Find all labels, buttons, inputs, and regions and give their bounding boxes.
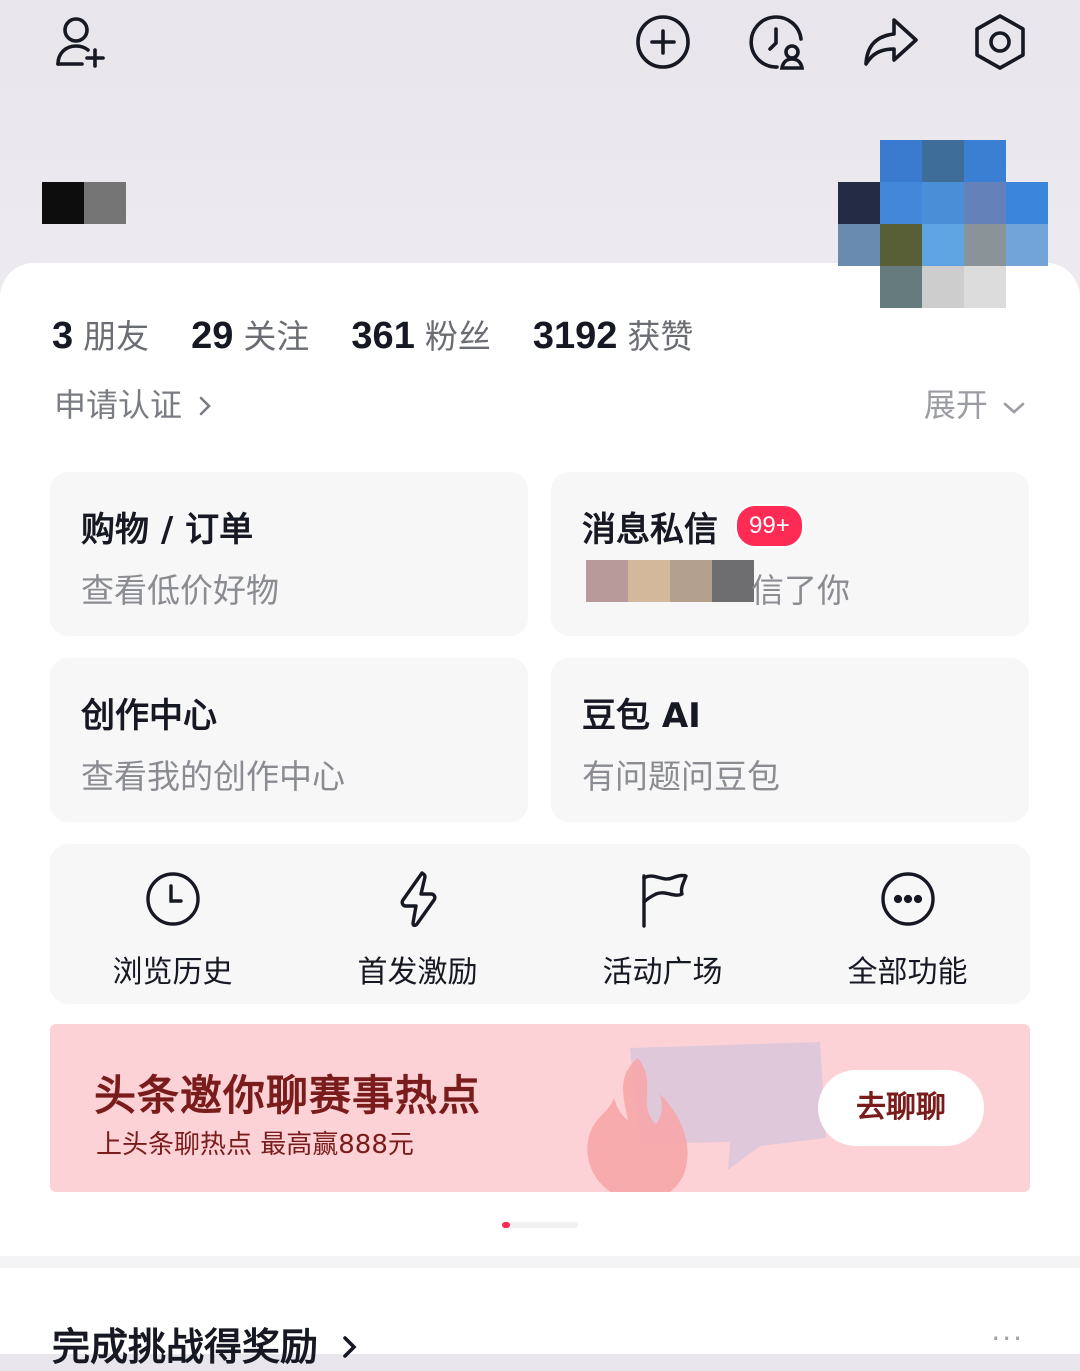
quick-action-events[interactable]: 活动广场 bbox=[540, 844, 785, 1004]
shopping-card[interactable]: 购物 / 订单 查看低价好物 bbox=[50, 472, 528, 636]
add-friend-icon[interactable] bbox=[48, 10, 112, 74]
sender-name-pixelated bbox=[586, 560, 754, 602]
card-title: 消息私信 bbox=[582, 510, 718, 550]
quick-action-history[interactable]: 浏览历史 bbox=[50, 844, 295, 1004]
quick-action-label: 活动广场 bbox=[602, 955, 723, 990]
card-title: 豆包 AI bbox=[582, 696, 701, 736]
chevron-right-icon bbox=[199, 396, 212, 416]
stat-number: 3 bbox=[52, 315, 74, 357]
doubao-ai-card[interactable]: 豆包 AI 有问题问豆包 bbox=[551, 658, 1029, 822]
stat-likes[interactable]: 3192 获赞 bbox=[533, 310, 694, 358]
top-bar bbox=[0, 0, 1080, 90]
card-subtitle: 查看我的创作中心 bbox=[81, 757, 345, 796]
stat-label: 朋友 bbox=[83, 317, 150, 356]
visitor-icon[interactable] bbox=[745, 10, 809, 74]
lightning-icon bbox=[400, 871, 437, 928]
card-title: 创作中心 bbox=[81, 696, 217, 736]
creator-center-card[interactable]: 创作中心 查看我的创作中心 bbox=[50, 658, 528, 822]
expand-label: 展开 bbox=[923, 386, 988, 424]
card-subtitle: 有问题问豆包 bbox=[582, 757, 780, 796]
banner-title: 头条邀你聊赛事热点 bbox=[94, 1071, 482, 1120]
more-options-button[interactable]: ··· bbox=[991, 1322, 1024, 1355]
quick-action-label: 浏览历史 bbox=[112, 955, 233, 990]
stat-following[interactable]: 29 关注 bbox=[191, 310, 309, 358]
carousel-indicator bbox=[502, 1222, 578, 1228]
challenge-label: 完成挑战得奖励 bbox=[52, 1325, 319, 1369]
quick-action-all-features[interactable]: 全部功能 bbox=[785, 844, 1030, 1004]
stat-number: 29 bbox=[191, 315, 234, 357]
card-title: 购物 / 订单 bbox=[81, 510, 254, 550]
carousel-track bbox=[502, 1222, 578, 1228]
stat-number: 3192 bbox=[532, 315, 618, 357]
stats-row: 3 朋友 29 关注 361 粉丝 3192 获赞 bbox=[52, 310, 693, 358]
go-chat-button[interactable]: 去聊聊 bbox=[818, 1070, 984, 1146]
username-pixelated bbox=[42, 182, 126, 224]
unread-badge: 99+ bbox=[735, 504, 804, 548]
chevron-right-icon bbox=[343, 1336, 357, 1358]
banner-subtitle: 上头条聊热点 最高赢888元 bbox=[96, 1130, 414, 1160]
quick-actions: 浏览历史 首发激励 活动广场 全部功能 bbox=[50, 844, 1030, 1004]
chevron-down-icon bbox=[1003, 402, 1025, 414]
clock-icon bbox=[146, 872, 200, 926]
carousel-active-dot bbox=[502, 1222, 510, 1228]
apply-certification-link[interactable]: 申请认证 bbox=[54, 380, 214, 426]
stat-number: 361 bbox=[351, 315, 415, 357]
promo-banner[interactable]: 头条邀你聊赛事热点 上头条聊热点 最高赢888元 去聊聊 bbox=[50, 1024, 1030, 1192]
more-circle-icon bbox=[881, 872, 935, 926]
share-icon[interactable] bbox=[858, 10, 922, 74]
messages-card[interactable]: 消息私信 99+ 信了你 bbox=[551, 472, 1029, 636]
challenge-link[interactable]: 完成挑战得奖励 bbox=[52, 1316, 361, 1371]
card-subtitle: 查看低价好物 bbox=[81, 571, 279, 610]
stat-label: 获赞 bbox=[627, 317, 694, 356]
expand-button[interactable]: 展开 bbox=[924, 380, 1026, 426]
section-divider bbox=[0, 1256, 1080, 1268]
stat-label: 粉丝 bbox=[424, 317, 491, 356]
add-circle-icon[interactable] bbox=[631, 10, 695, 74]
card-subtitle: 信了你 bbox=[751, 571, 850, 610]
apply-label: 申请认证 bbox=[54, 386, 183, 424]
avatar[interactable] bbox=[838, 140, 1048, 308]
settings-icon[interactable] bbox=[968, 10, 1032, 74]
quick-action-label: 全部功能 bbox=[847, 955, 968, 990]
stat-followers[interactable]: 361 粉丝 bbox=[351, 310, 490, 358]
quick-action-label: 首发激励 bbox=[357, 955, 478, 990]
stat-label: 关注 bbox=[243, 317, 310, 356]
flag-icon bbox=[642, 873, 688, 928]
quick-action-incentive[interactable]: 首发激励 bbox=[295, 844, 540, 1004]
flame-decoration bbox=[587, 1058, 688, 1192]
stat-friends[interactable]: 3 朋友 bbox=[52, 310, 149, 358]
